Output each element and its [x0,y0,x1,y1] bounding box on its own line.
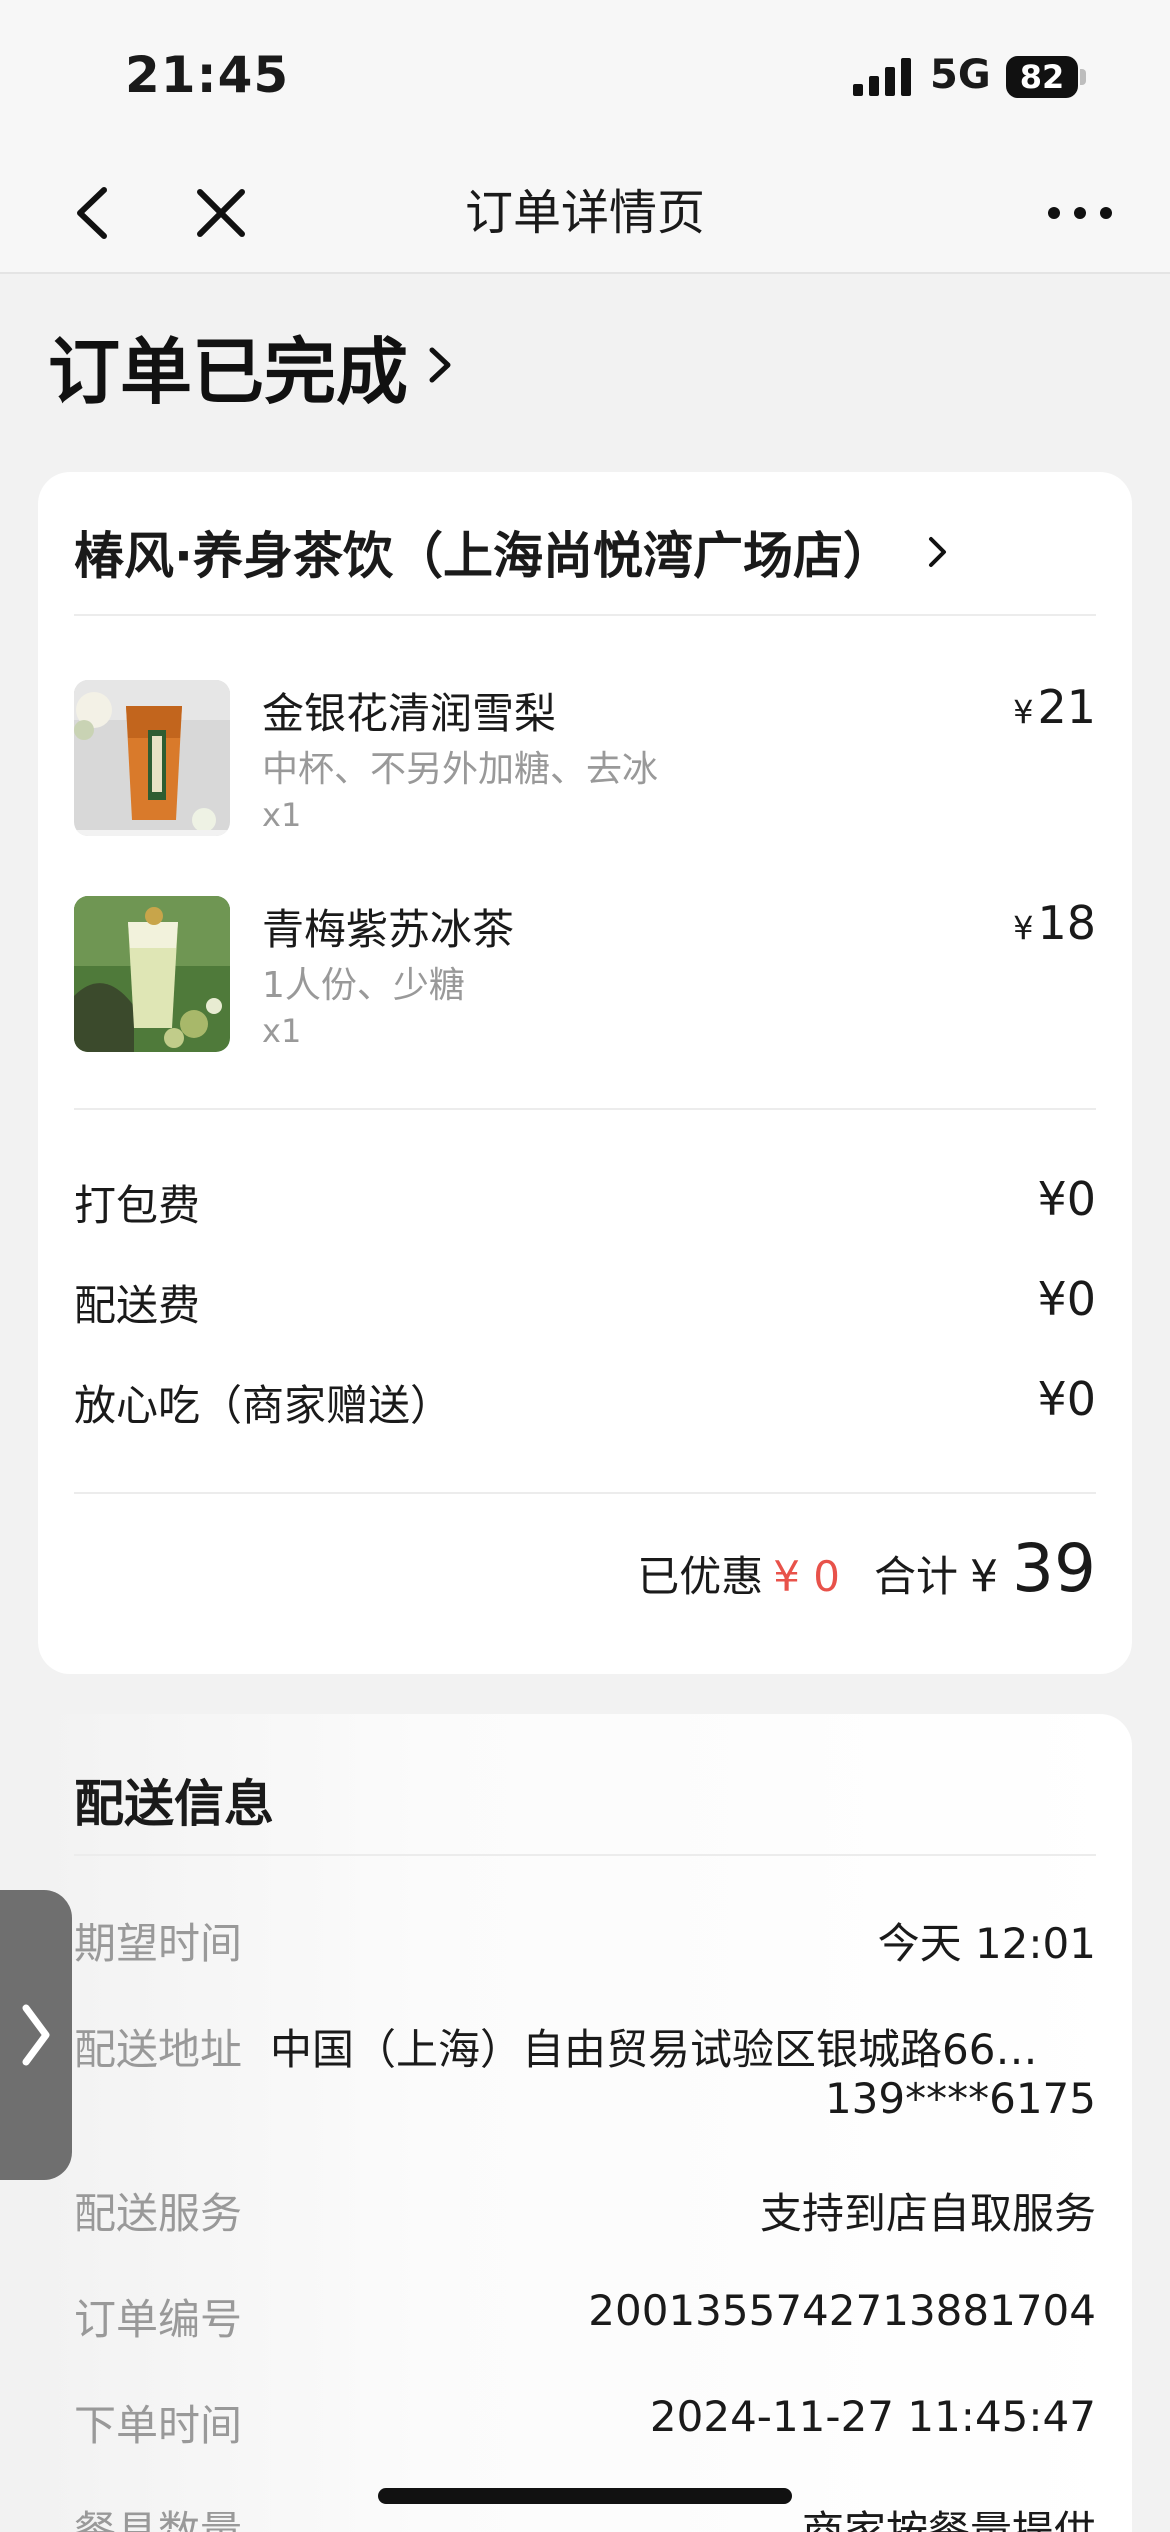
item-quantity: x1 [262,796,302,834]
fee-row-delivery: 配送费 ¥0 [74,1272,1096,1332]
battery-level: 82 [1019,58,1065,96]
info-value: 今天 12:01 [877,1919,1096,1968]
total-currency: ¥ [970,1551,999,1602]
order-number[interactable]: 2001355742713881704 [588,2286,1096,2335]
discount-label: 已优惠 [637,1552,764,1601]
divider [74,614,1096,616]
divider [74,1854,1096,1856]
order-status-title: 订单已完成 [48,329,409,414]
currency-symbol: ¥ [1013,909,1034,947]
signal-icon [853,58,911,96]
divider [74,1492,1096,1494]
item-price: ¥18 [1013,896,1096,950]
divider [74,1108,1096,1110]
network-label: 5G [930,52,991,98]
fee-value: ¥0 [1037,1372,1096,1426]
product-image-plum-tea [74,896,230,1052]
item-quantity: x1 [262,1012,302,1050]
fee-label: 放心吃（商家赠送） [74,1381,453,1430]
section-title: 配送信息 [74,1775,274,1833]
item-spec: 中杯、不另外加糖、去冰 [262,749,659,790]
info-label: 下单时间 [74,2401,243,2450]
store-link[interactable]: 椿风·养身茶饮（上海尚悦湾广场店） [74,502,1094,602]
close-icon[interactable] [186,178,256,248]
store-name: 椿风·养身茶饮（上海尚悦湾广场店） [74,527,893,585]
order-item[interactable]: 青梅紫苏冰茶 1人份、少糖 x1 ¥18 [74,896,1096,1056]
fee-row-packaging: 打包费 ¥0 [74,1172,1096,1232]
info-value: 2024-11-27 11:45:47 [649,2392,1096,2441]
nav-bar: 订单详情页 [0,150,1170,274]
item-price: ¥21 [1013,680,1096,734]
item-spec: 1人份、少糖 [262,965,465,1006]
product-image-pear-tea [74,680,230,836]
fee-value: ¥0 [1037,1272,1096,1326]
status-time: 21:45 [125,46,290,104]
item-name: 青梅紫苏冰茶 [262,905,515,954]
chevron-right-icon [429,347,451,383]
fee-label: 配送费 [74,1281,201,1330]
side-drawer-handle[interactable] [0,1890,72,2180]
delivery-info-card: 配送信息 期望时间 今天 12:01 配送地址 中国（上海）自由贸易试验区银城路… [38,1714,1132,2532]
info-label: 餐具数量 [74,2507,243,2532]
order-total: 已优惠 ¥ 0 合计 ¥ 39 [637,1530,1096,1620]
info-value: 支持到店自取服务 [759,2189,1096,2238]
info-label: 订单编号 [74,2295,243,2344]
chevron-right-icon [22,2004,50,2066]
chevron-right-icon [929,537,946,567]
total-amount: 39 [1012,1530,1096,1607]
order-status-link[interactable]: 订单已完成 [48,320,456,414]
total-label: 合计 [874,1552,959,1601]
contact-phone: 139****6175 [824,2074,1096,2123]
fee-label: 打包费 [74,1181,201,1230]
info-label: 配送地址 [74,2025,243,2074]
order-item[interactable]: 金银花清润雪梨 中杯、不另外加糖、去冰 x1 ¥21 [74,680,1096,840]
fee-value: ¥0 [1037,1172,1096,1226]
more-icon[interactable] [1040,178,1120,248]
discount-value: ¥ 0 [773,1552,840,1601]
order-detail-page: 21:45 5G 82 订单详情页 订单已完成 椿风·养身茶饮（上海尚悦湾广场店… [0,0,1170,2532]
currency-symbol: ¥ [1013,693,1034,731]
status-bar: 21:45 5G 82 [0,0,1170,150]
fee-row-assurance[interactable]: 放心吃（商家赠送） ¥0 [74,1372,1096,1432]
item-name: 金银花清润雪梨 [262,689,557,738]
battery-icon: 82 [1006,56,1086,98]
info-value: 商家按餐量提供 [801,2507,1096,2532]
item-price-value: 21 [1037,680,1096,734]
item-price-value: 18 [1037,896,1096,950]
info-label: 期望时间 [74,1919,243,1968]
home-indicator[interactable] [378,2488,792,2504]
info-label: 配送服务 [74,2189,243,2238]
delivery-address: 中国（上海）自由贸易试验区银城路66… [270,2025,1038,2074]
order-card: 椿风·养身茶饮（上海尚悦湾广场店） 金银花清润雪梨 中杯、不另外加糖、去冰 x1… [38,472,1132,1674]
page-title: 订单详情页 [464,185,705,241]
back-arrow-icon[interactable] [60,178,130,248]
